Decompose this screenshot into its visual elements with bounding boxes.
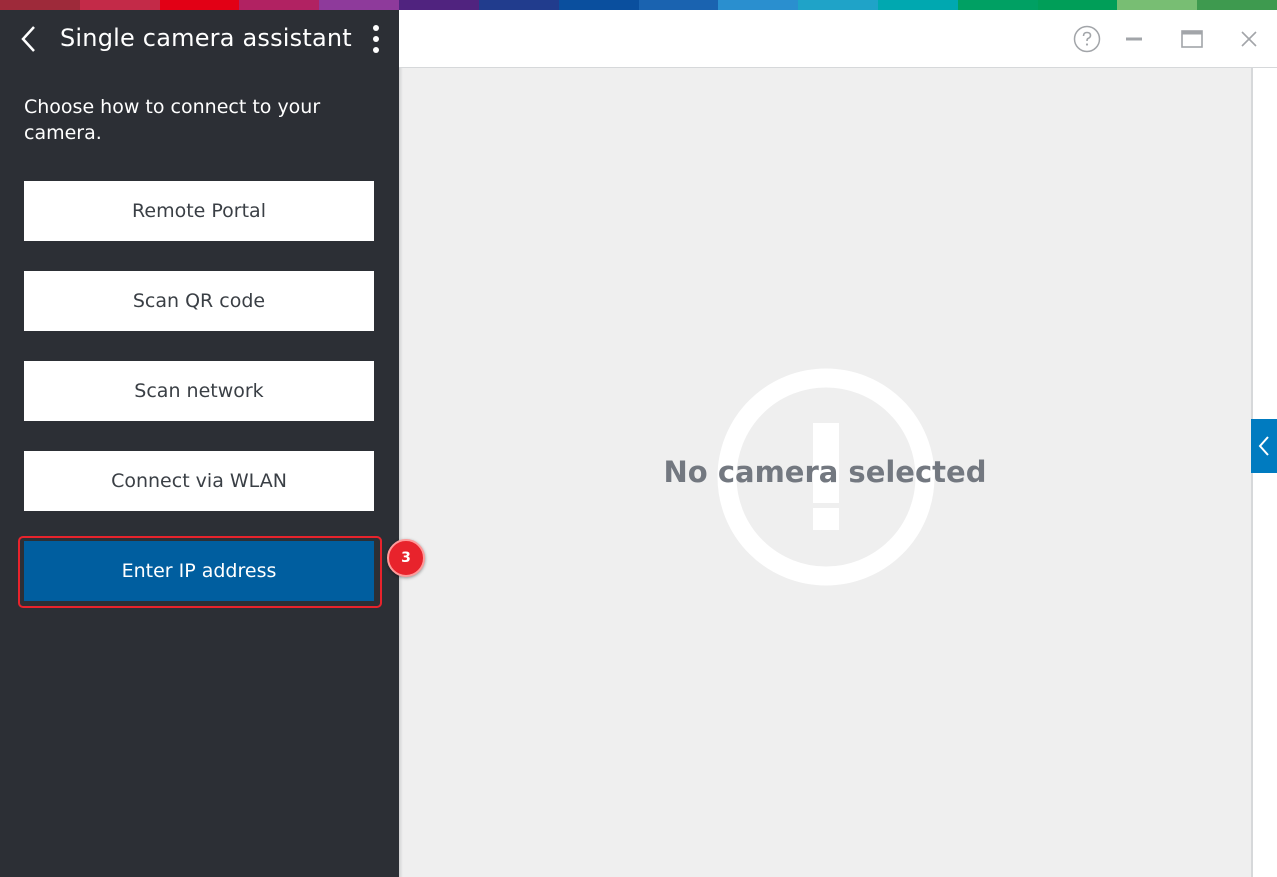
connect-prompt: Choose how to connect to your camera. [24, 96, 321, 144]
brand-color-segment [319, 0, 400, 10]
brand-color-segment [478, 0, 559, 10]
no-camera-message: No camera selected [663, 455, 987, 489]
more-options-button[interactable] [364, 22, 388, 56]
enter-ip-address-button[interactable]: Enter IP address [24, 541, 374, 601]
brand-color-segment [1197, 0, 1277, 10]
close-button[interactable] [1234, 24, 1264, 54]
brand-color-segment [718, 0, 799, 10]
brand-color-segment [558, 0, 639, 10]
sidebar-title: Single camera assistant [60, 24, 352, 52]
brand-color-segment [1037, 0, 1118, 10]
scan-qr-code-button[interactable]: Scan QR code [24, 271, 374, 331]
brand-color-segment [79, 0, 160, 10]
brand-color-segment [239, 0, 320, 10]
brand-color-segment [399, 0, 479, 10]
chevron-left-icon [1258, 436, 1269, 456]
connect-via-wlan-button[interactable]: Connect via WLAN [24, 451, 374, 511]
brand-color-segment [957, 0, 1038, 10]
close-icon [1241, 31, 1257, 47]
brand-color-segment [0, 0, 80, 10]
window-titlebar [399, 10, 1277, 68]
sidebar-shadow [399, 68, 403, 877]
remote-portal-button[interactable]: Remote Portal [24, 181, 374, 241]
minimize-icon [1126, 37, 1142, 41]
brand-color-strip [0, 0, 1277, 10]
brand-color-segment [877, 0, 958, 10]
brand-color-segment [638, 0, 719, 10]
brand-color-segment [159, 0, 240, 10]
main-area: No camera selected [399, 10, 1277, 877]
help-button[interactable] [1072, 24, 1102, 54]
scan-network-button[interactable]: Scan network [24, 361, 374, 421]
maximize-icon [1181, 30, 1203, 48]
back-button[interactable] [12, 22, 44, 56]
expand-panel-button[interactable] [1251, 419, 1277, 473]
step-badge: 3 [387, 539, 425, 577]
more-vertical-icon [373, 25, 379, 31]
brand-color-segment [798, 0, 878, 10]
maximize-button[interactable] [1177, 24, 1207, 54]
brand-color-segment [1117, 0, 1198, 10]
chevron-left-icon [21, 26, 35, 52]
sidebar: Single camera assistant Choose how to co… [0, 10, 399, 877]
minimize-button[interactable] [1119, 24, 1149, 54]
help-circle-icon [1073, 25, 1101, 53]
